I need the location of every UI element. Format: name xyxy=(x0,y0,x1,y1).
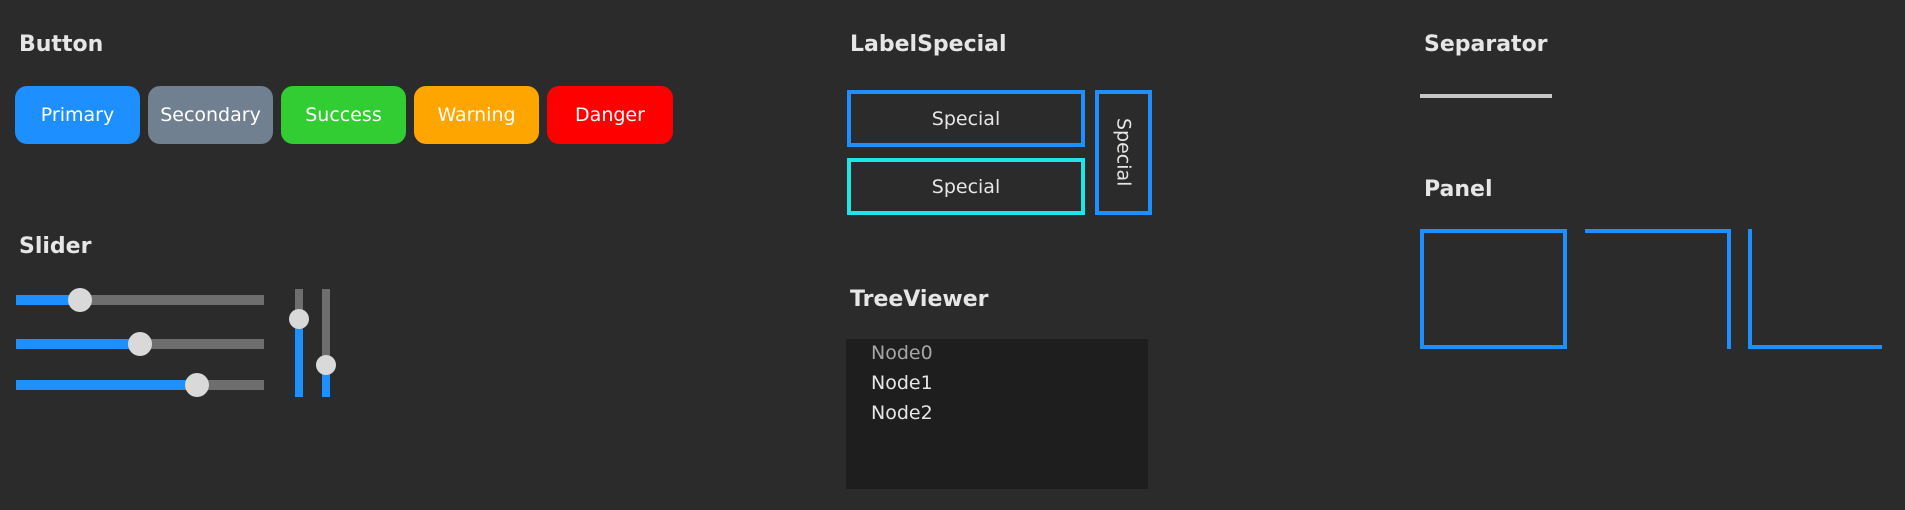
special-label-text: Special xyxy=(931,107,1001,130)
slider-fill xyxy=(16,339,140,349)
horizontal-slider-1[interactable] xyxy=(16,288,264,312)
tree-node[interactable]: Node1 xyxy=(871,372,933,394)
vertical-slider-1[interactable] xyxy=(289,289,309,397)
panel-left-bottom-border xyxy=(1748,229,1882,349)
special-label-blue: Special xyxy=(847,90,1085,147)
slider-thumb[interactable] xyxy=(289,309,309,330)
slider-thumb[interactable] xyxy=(185,373,210,397)
success-button[interactable]: Success xyxy=(281,86,406,144)
vertical-slider-2[interactable] xyxy=(316,289,336,397)
horizontal-slider-3[interactable] xyxy=(16,373,264,397)
slider-thumb[interactable] xyxy=(128,332,152,356)
separator-line xyxy=(1420,94,1552,98)
special-label-cyan: Special xyxy=(847,158,1085,215)
tree-node[interactable]: Node2 xyxy=(871,402,933,424)
special-label-vertical-text: Special xyxy=(1112,118,1135,187)
panel-top-right-border xyxy=(1585,229,1731,349)
button-section-title: Button xyxy=(19,32,104,57)
special-label-vertical: Special xyxy=(1095,90,1152,215)
secondary-button[interactable]: Secondary xyxy=(148,86,273,144)
slider-section-title: Slider xyxy=(19,234,92,259)
slider-fill xyxy=(16,380,198,390)
tree-viewer[interactable]: Node0 Node1 Node2 xyxy=(846,339,1148,489)
slider-fill xyxy=(295,319,303,397)
tree-node[interactable]: Node0 xyxy=(871,342,933,364)
tree-viewer-section-title: TreeViewer xyxy=(850,287,989,312)
separator-section-title: Separator xyxy=(1424,32,1548,57)
panel-full-border xyxy=(1420,229,1567,349)
horizontal-slider-2[interactable] xyxy=(16,332,264,356)
danger-button[interactable]: Danger xyxy=(547,86,673,144)
special-label-text: Special xyxy=(931,175,1001,198)
warning-button[interactable]: Warning xyxy=(414,86,539,144)
primary-button[interactable]: Primary xyxy=(15,86,140,144)
panel-section-title: Panel xyxy=(1424,177,1493,202)
slider-thumb[interactable] xyxy=(316,354,336,375)
label-special-section-title: LabelSpecial xyxy=(850,32,1007,57)
slider-thumb[interactable] xyxy=(68,288,93,312)
